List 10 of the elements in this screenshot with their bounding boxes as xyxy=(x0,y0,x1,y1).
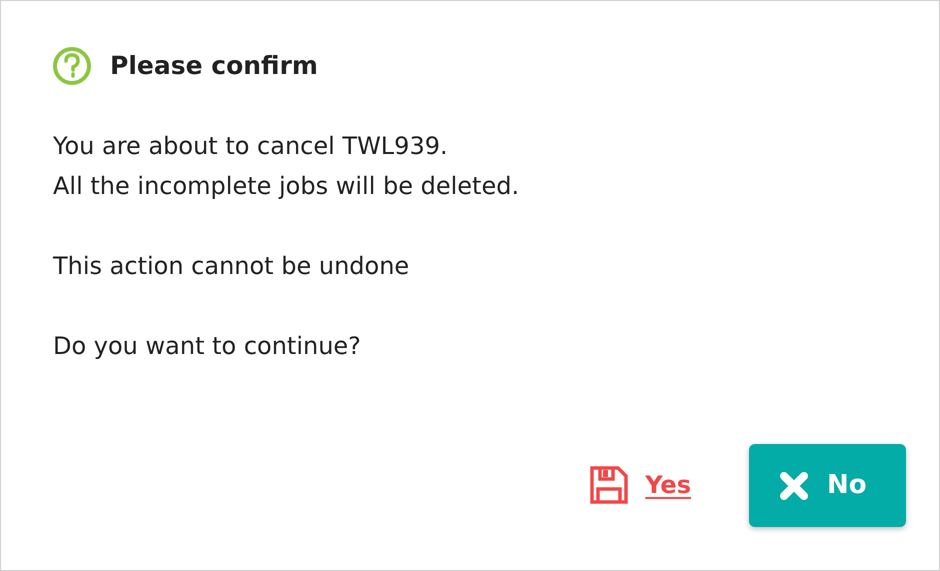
message-text: Do you want to continue? xyxy=(53,331,361,362)
save-icon xyxy=(589,465,630,505)
message-text: This action cannot be undone xyxy=(53,251,410,282)
yes-link[interactable]: Yes xyxy=(589,465,691,505)
no-button[interactable]: No xyxy=(749,444,906,527)
message-text: You are about to cancel TWL939. xyxy=(53,131,448,162)
dialog-title: Please confirm xyxy=(110,50,318,82)
close-icon xyxy=(779,470,809,500)
help-icon xyxy=(52,46,92,86)
message-text: All the incomplete jobs will be deleted. xyxy=(53,171,520,202)
